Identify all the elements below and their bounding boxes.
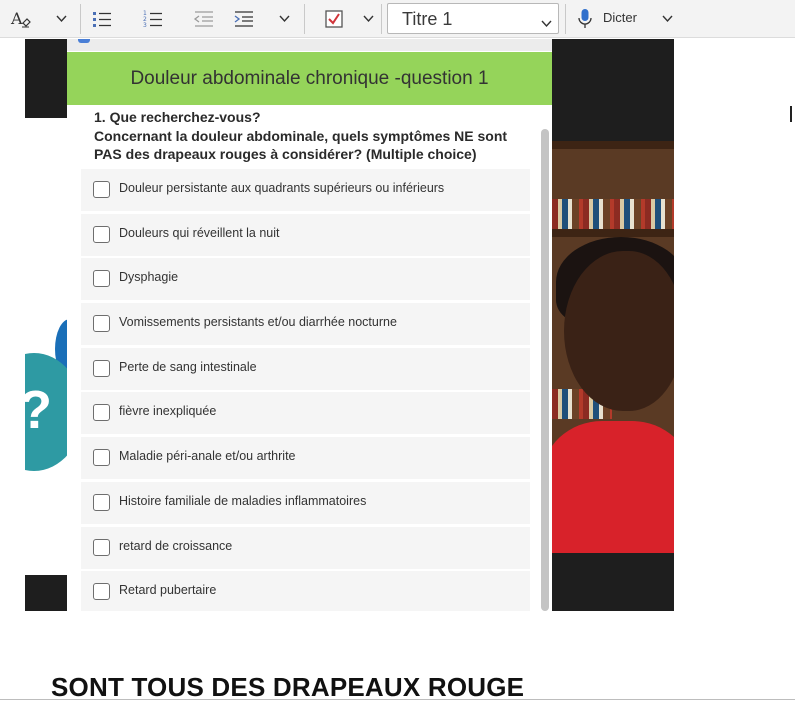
svg-text:3: 3 — [143, 22, 147, 29]
poll-options-list: Douleur persistante aux quadrants supéri… — [81, 169, 530, 611]
option-checkbox[interactable] — [93, 449, 110, 467]
person-face — [564, 251, 674, 411]
option-checkbox[interactable] — [93, 538, 110, 556]
checkbox-icon[interactable] — [322, 6, 346, 32]
formatting-toolbar: A 123 Titre 1 Dicter — [0, 0, 795, 38]
option-label: Dysphagie — [119, 270, 179, 285]
chevron-down-icon[interactable] — [541, 15, 552, 33]
poll-panel: Douleur abdominale chronique -question 1… — [67, 39, 552, 611]
option-checkbox[interactable] — [93, 315, 110, 333]
text-effects-icon[interactable]: A — [8, 6, 34, 32]
poll-title: Douleur abdominale chronique -question 1 — [130, 67, 489, 89]
toolbar-divider — [565, 4, 566, 34]
bullet-list-icon[interactable] — [90, 6, 114, 32]
poll-option[interactable]: Douleur persistante aux quadrants supéri… — [81, 169, 530, 211]
person-shirt — [552, 421, 674, 553]
question-mark-graphic: ? — [25, 379, 52, 441]
poll-question: 1. Que recherchez-vous? Concernant la do… — [94, 108, 524, 164]
checkbox-chevron-down-icon[interactable] — [359, 6, 377, 32]
bookshelf — [552, 229, 674, 237]
document-heading[interactable]: SONT TOUS DES DRAPEAUX ROUGE — [51, 672, 524, 702]
webcam-feed — [552, 141, 674, 553]
increase-indent-icon[interactable] — [232, 6, 256, 32]
paragraph-style-value: Titre 1 — [402, 9, 453, 29]
bookshelf — [552, 141, 674, 149]
poll-option[interactable]: Douleurs qui réveillent la nuit — [81, 213, 530, 256]
option-checkbox[interactable] — [93, 181, 110, 198]
indent-chevron-down-icon[interactable] — [275, 6, 293, 32]
poll-scrollbar[interactable] — [541, 129, 549, 611]
option-label: fièvre inexpliquée — [119, 404, 217, 419]
panel-tab-indicator — [78, 39, 90, 43]
option-label: Douleurs qui réveillent la nuit — [119, 225, 280, 240]
dictate-button-label[interactable]: Dicter — [603, 10, 637, 25]
option-label: Vomissements persistants et/ou diarrhée … — [119, 315, 397, 330]
option-checkbox[interactable] — [93, 583, 110, 601]
svg-text:A: A — [10, 9, 23, 28]
toolbar-divider — [304, 4, 305, 34]
poll-option[interactable]: Vomissements persistants et/ou diarrhée … — [81, 303, 530, 346]
poll-question-text: Concernant la douleur abdominale, quels … — [94, 127, 508, 163]
option-checkbox[interactable] — [93, 404, 110, 422]
toolbar-divider — [381, 4, 382, 34]
poll-option[interactable]: retard de croissance — [81, 526, 530, 569]
poll-option[interactable]: Retard pubertaire — [81, 571, 530, 611]
page-divider — [0, 699, 795, 700]
bookshelf-books — [552, 199, 674, 229]
numbered-list-icon[interactable]: 123 — [141, 6, 165, 32]
paragraph-style-select[interactable]: Titre 1 — [387, 3, 559, 34]
poll-option[interactable]: Dysphagie — [81, 258, 530, 301]
option-checkbox[interactable] — [93, 270, 110, 288]
poll-question-number: 1. Que recherchez-vous? — [94, 109, 261, 125]
poll-option[interactable]: fièvre inexpliquée — [81, 392, 530, 435]
option-label: Maladie péri-anale et/ou arthrite — [119, 449, 296, 464]
text-effects-chevron-down-icon[interactable] — [52, 6, 70, 32]
option-checkbox[interactable] — [93, 359, 110, 377]
option-checkbox[interactable] — [93, 493, 110, 511]
option-label: Douleur persistante aux quadrants supéri… — [119, 181, 445, 195]
poll-banner: Douleur abdominale chronique -question 1 — [67, 52, 552, 105]
poll-option[interactable]: Perte de sang intestinale — [81, 347, 530, 390]
option-label: Histoire familiale de maladies inflammat… — [119, 493, 367, 508]
microphone-icon[interactable] — [574, 6, 596, 32]
option-label: Retard pubertaire — [119, 583, 217, 598]
decrease-indent-icon[interactable] — [192, 6, 216, 32]
option-label: Perte de sang intestinale — [119, 359, 257, 374]
option-checkbox[interactable] — [93, 225, 110, 243]
poll-panel-header — [67, 39, 552, 51]
poll-option[interactable]: Histoire familiale de maladies inflammat… — [81, 481, 530, 524]
video-screenshot: ? Douleur abdominale chronique -question… — [25, 39, 674, 611]
text-cursor — [790, 106, 792, 122]
poll-option[interactable]: Maladie péri-anale et/ou arthrite — [81, 437, 530, 480]
option-label: retard de croissance — [119, 538, 233, 553]
dictate-chevron-down-icon[interactable] — [658, 6, 676, 32]
toolbar-divider — [80, 4, 81, 34]
